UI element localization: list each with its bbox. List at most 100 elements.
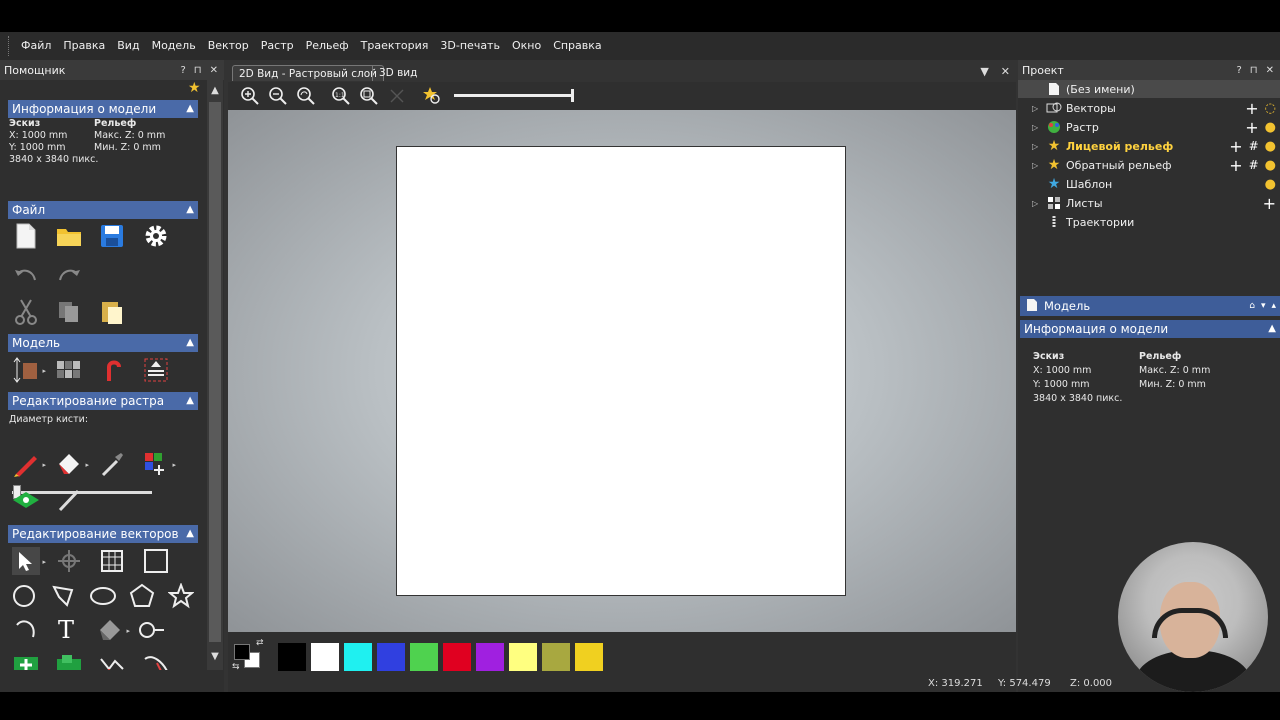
color-select-icon[interactable]: ▸ — [142, 450, 176, 478]
join-vectors-icon[interactable] — [98, 650, 126, 670]
center-align-icon[interactable] — [142, 356, 170, 384]
save-icon[interactable] — [98, 222, 126, 250]
color-swatch[interactable] — [410, 643, 438, 671]
vector-edit-header[interactable]: Редактирование векторов ▲ — [8, 525, 198, 543]
menu-toolpath[interactable]: Траектория — [355, 32, 435, 60]
collapse-icon[interactable]: ▲ — [186, 392, 194, 410]
paste-icon[interactable] — [98, 298, 126, 326]
vector-group-icon[interactable] — [55, 650, 83, 670]
model-size-icon[interactable]: ▸ — [12, 356, 46, 384]
color-swatch[interactable] — [278, 643, 306, 671]
ellipse-icon[interactable] — [89, 582, 117, 610]
grid-icon[interactable]: # — [1249, 158, 1259, 172]
fill-bucket-icon[interactable]: ▸ — [55, 450, 89, 478]
assistant-scrollbar[interactable]: ▲ ▼ — [207, 80, 223, 670]
vector-fill-icon[interactable]: ▸ — [96, 616, 130, 644]
minimize-panel-icon[interactable]: ▾ — [1261, 301, 1266, 311]
star-shape-icon[interactable] — [167, 582, 195, 610]
lightbulb-outline-icon[interactable]: ◌ — [1265, 101, 1276, 116]
color-swatch[interactable] — [476, 643, 504, 671]
close-view-icon[interactable]: ✕ — [1001, 65, 1010, 78]
zoom-in-icon[interactable] — [236, 82, 264, 110]
menu-vector[interactable]: Вектор — [202, 32, 255, 60]
paint-brush-icon[interactable]: ▸ — [12, 450, 46, 478]
add-icon[interactable]: + — [1229, 137, 1242, 156]
tab-2d-view[interactable]: 2D Вид - Растровый слой — [232, 65, 384, 81]
maximize-panel-icon[interactable]: ▴ — [1271, 301, 1276, 311]
pipe-tool-icon[interactable] — [98, 356, 126, 384]
model-info-header[interactable]: Информация о модели ▲ — [8, 100, 198, 118]
collapse-icon[interactable]: ▲ — [1268, 320, 1276, 338]
tab-list-dropdown-icon[interactable]: ▼ — [980, 65, 988, 78]
tab-3d-view[interactable]: 3D вид — [372, 65, 423, 81]
scrollbar-thumb[interactable] — [209, 102, 221, 642]
open-folder-icon[interactable] — [55, 222, 83, 250]
color-swatch[interactable] — [509, 643, 537, 671]
expand-arrow-icon[interactable]: ▷ — [1032, 123, 1042, 132]
tree-item-project[interactable]: (Без имени) — [1018, 80, 1280, 98]
add-icon[interactable]: + — [1263, 194, 1276, 213]
text-tool-icon[interactable]: T — [52, 616, 80, 644]
menu-file[interactable]: Файл — [15, 32, 57, 60]
tree-item-sheets[interactable]: ▷ Листы + — [1018, 194, 1280, 213]
zoom-fit-icon[interactable] — [355, 82, 383, 110]
weld-icon[interactable] — [138, 616, 166, 644]
model-section-header[interactable]: Модель ▲ — [8, 334, 198, 352]
raster-edit-header[interactable]: Редактирование растра ▲ — [8, 392, 198, 410]
zoom-out-icon[interactable] — [264, 82, 292, 110]
menu-window[interactable]: Окно — [506, 32, 547, 60]
cut-icon[interactable] — [12, 298, 40, 326]
add-icon[interactable]: + — [1245, 99, 1258, 118]
collapse-icon[interactable]: ▲ — [186, 201, 194, 219]
menu-view[interactable]: Вид — [111, 32, 145, 60]
help-icon[interactable]: ? — [1236, 65, 1241, 76]
layer-opacity-slider-handle[interactable] — [571, 89, 574, 102]
menu-3d-print[interactable]: 3D-печать — [434, 32, 506, 60]
circle-icon[interactable] — [10, 582, 38, 610]
layer-opacity-slider[interactable] — [454, 89, 574, 102]
lightbulb-icon[interactable]: ● — [1265, 120, 1276, 135]
tiling-icon[interactable] — [55, 356, 83, 384]
copy-icon[interactable] — [55, 298, 83, 326]
tree-item-toolpaths[interactable]: Траектории — [1018, 213, 1280, 231]
raster-layer-icon[interactable] — [12, 486, 40, 514]
model-panel-info-header[interactable]: Информация о модели ▲ — [1020, 320, 1280, 338]
lightbulb-icon[interactable]: ● — [1265, 177, 1276, 192]
close-icon[interactable]: ✕ — [210, 65, 218, 76]
primary-secondary-colors[interactable]: ⇄ ⇆ — [232, 638, 268, 676]
add-vector-layer-icon[interactable] — [12, 650, 40, 670]
expand-arrow-icon[interactable]: ▷ — [1032, 104, 1042, 113]
menu-relief[interactable]: Рельеф — [300, 32, 355, 60]
model-sheet[interactable] — [396, 146, 846, 596]
expand-arrow-icon[interactable]: ▷ — [1032, 161, 1042, 170]
primary-color-swatch[interactable] — [234, 644, 250, 660]
home-icon[interactable]: ⌂ — [1249, 301, 1255, 311]
view-settings-icon[interactable] — [418, 82, 446, 110]
color-swatch[interactable] — [542, 643, 570, 671]
arc-icon[interactable] — [12, 616, 40, 644]
menu-raster[interactable]: Растр — [255, 32, 300, 60]
reset-colors-icon[interactable]: ⇆ — [232, 662, 240, 672]
lightbulb-icon[interactable]: ● — [1265, 139, 1276, 154]
add-icon[interactable]: + — [1229, 156, 1242, 175]
tree-item-raster[interactable]: ▷ Растр + ● — [1018, 118, 1280, 137]
line-tool-icon[interactable] — [55, 486, 83, 514]
help-icon[interactable]: ? — [180, 65, 185, 76]
tree-item-back-relief[interactable]: ▷ ★ Обратный рельеф + # ● — [1018, 156, 1280, 175]
color-swatch[interactable] — [377, 643, 405, 671]
zoom-previous-icon[interactable] — [292, 82, 320, 110]
collapse-icon[interactable]: ▲ — [186, 334, 194, 352]
node-edit-icon[interactable] — [98, 547, 126, 575]
favorite-star-icon[interactable]: ★ — [188, 80, 201, 96]
scroll-down-icon[interactable]: ▼ — [210, 652, 220, 662]
menu-help[interactable]: Справка — [547, 32, 607, 60]
eyedropper-icon[interactable] — [98, 450, 126, 478]
transform-icon[interactable] — [55, 547, 83, 575]
undo-icon[interactable] — [12, 260, 40, 288]
add-icon[interactable]: + — [1245, 118, 1258, 137]
file-section-header[interactable]: Файл ▲ — [8, 201, 198, 219]
collapse-icon[interactable]: ▲ — [186, 525, 194, 543]
tree-item-front-relief[interactable]: ▷ ★ Лицевой рельеф + # ● — [1018, 137, 1280, 156]
polygon-icon[interactable] — [128, 582, 156, 610]
menu-model[interactable]: Модель — [146, 32, 202, 60]
